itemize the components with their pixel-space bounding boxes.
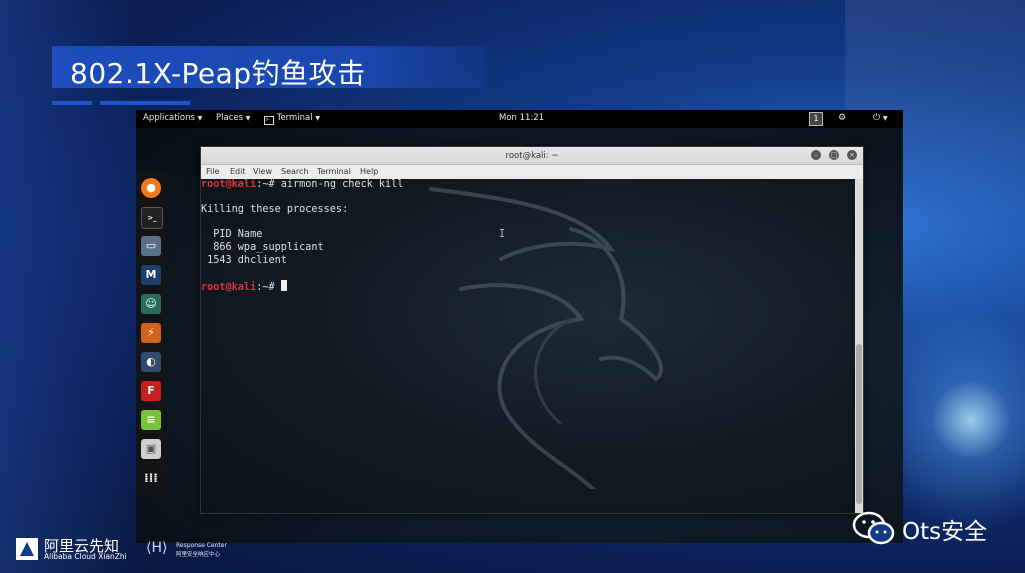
terminal-line: root@kali:~# airmon-ng check kill xyxy=(201,179,403,190)
armitage-icon[interactable]: ☺ xyxy=(141,294,161,314)
dock: ● >_ ▭ M ☺ ⚡ ◐ F ≡ ▣ ⁞⁞⁞ xyxy=(136,172,166,494)
kali-desktop-screenshot: Applications ▼ Places ▼ > Terminal ▼ Mon… xyxy=(136,110,903,543)
places-label: Places xyxy=(216,113,244,123)
text-cursor xyxy=(280,280,287,291)
terminal-small-icon: > xyxy=(264,116,274,125)
terminal-window: root@kali: ~ – □ × File Edit View Search… xyxy=(200,146,864,514)
response-center-name: Response Center xyxy=(176,542,227,549)
maltego-icon[interactable]: ◐ xyxy=(141,352,161,372)
menu-edit[interactable]: Edit xyxy=(230,167,246,176)
menu-view[interactable]: View xyxy=(253,167,272,176)
places-menu[interactable]: Places ▼ xyxy=(216,113,250,123)
prompt-path: :~# xyxy=(256,179,281,190)
prompt-path: :~# xyxy=(256,282,281,293)
terminal-scrollbar[interactable] xyxy=(855,179,863,513)
terminal-menu[interactable]: > Terminal ▼ xyxy=(264,113,320,125)
prompt-user: root@kali xyxy=(201,282,257,293)
wechat-icon xyxy=(852,511,895,545)
title-underline xyxy=(52,101,92,105)
command-text: airmon-ng check kill xyxy=(280,179,404,190)
maximize-icon[interactable]: □ xyxy=(829,150,839,160)
menu-file[interactable]: File xyxy=(206,167,219,176)
menu-help[interactable]: Help xyxy=(360,167,378,176)
terminal-output[interactable]: root@kali:~# airmon-ng check kill Killin… xyxy=(201,179,855,513)
response-center-logo-icon: ⟨H⟩ xyxy=(146,540,168,556)
scrollbar-thumb[interactable] xyxy=(856,344,862,504)
applications-label: Applications xyxy=(143,113,195,123)
terminal-icon[interactable]: >_ xyxy=(141,207,163,229)
applications-menu[interactable]: Applications ▼ xyxy=(143,113,202,123)
alibaba-cloud-logo-icon xyxy=(16,538,38,560)
chevron-down-icon: ▼ xyxy=(315,115,320,122)
workspace-indicator[interactable]: 1 xyxy=(809,112,823,126)
menu-terminal[interactable]: Terminal xyxy=(317,167,351,176)
alibaba-xianzhi-name-en: Alibaba Cloud XianZhi xyxy=(44,552,127,561)
burpsuite-icon[interactable]: ⚡ xyxy=(141,323,161,343)
menu-search[interactable]: Search xyxy=(281,167,308,176)
app-grid-icon[interactable]: ⁞⁞⁞ xyxy=(141,468,161,488)
terminal-title: root@kali: ~ xyxy=(505,151,559,161)
watermark-text: Ots安全 xyxy=(902,519,988,545)
close-icon[interactable]: × xyxy=(847,150,857,160)
minimize-icon[interactable]: – xyxy=(811,150,821,160)
terminal-line: Killing these processes: xyxy=(201,204,349,215)
clock[interactable]: Mon 11:21 xyxy=(499,113,544,123)
top-panel: Applications ▼ Places ▼ > Terminal ▼ Mon… xyxy=(136,110,903,128)
terminal-menubar: File Edit View Search Terminal Help xyxy=(201,165,863,179)
leafpad-icon[interactable]: ≡ xyxy=(141,410,161,430)
terminal-line: root@kali:~# xyxy=(201,280,287,293)
power-icon[interactable]: ⏻ ▼ xyxy=(873,113,888,123)
chevron-down-icon: ▼ xyxy=(245,115,251,122)
terminal-line: 1543 dhclient xyxy=(201,255,287,266)
terminal-line: 866 wpa_supplicant xyxy=(201,242,324,253)
title-underline xyxy=(100,101,190,105)
files-icon[interactable]: ▭ xyxy=(141,236,161,256)
firefox-icon[interactable]: ● xyxy=(141,178,161,198)
faraday-icon[interactable]: F xyxy=(141,381,161,401)
cherrytree-icon[interactable]: ▣ xyxy=(141,439,161,459)
metasploit-icon[interactable]: M xyxy=(141,265,161,285)
kali-dragon-logo xyxy=(429,187,663,489)
response-center-name-cn: 阿里安全响应中心 xyxy=(176,552,221,558)
prompt-user: root@kali xyxy=(201,179,257,190)
system-tray-icon[interactable]: ⚙ xyxy=(838,113,846,123)
terminal-titlebar[interactable]: root@kali: ~ – □ × xyxy=(201,147,863,165)
mouse-text-cursor-icon: I xyxy=(499,229,506,240)
terminal-line: PID Name xyxy=(201,229,263,240)
chevron-down-icon: ▼ xyxy=(197,115,203,122)
slide-title: 802.1X-Peap钓鱼攻击 xyxy=(70,57,366,90)
terminal-label: Terminal xyxy=(276,113,313,123)
